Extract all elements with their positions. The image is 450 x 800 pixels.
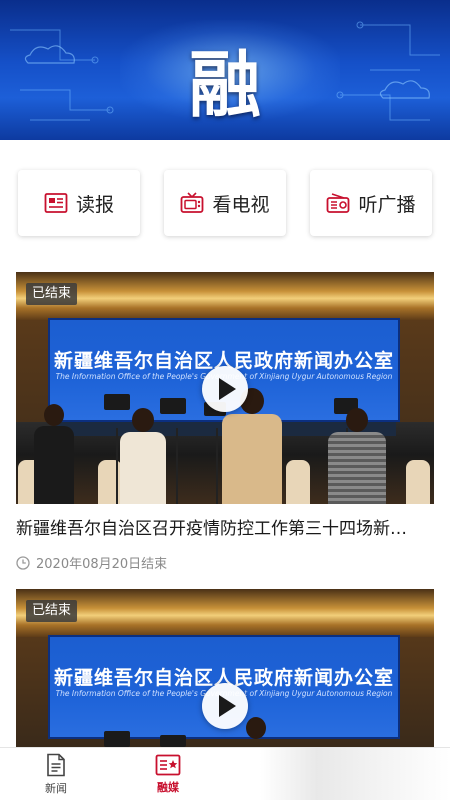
media-screen-icon — [155, 754, 181, 776]
video-thumbnail[interactable]: 新疆维吾尔自治区人民政府新闻办公室 The Information Office… — [16, 589, 434, 747]
radio-icon — [327, 193, 350, 213]
play-button[interactable] — [202, 683, 248, 729]
bottom-tab-bar: 新闻 融媒 — [0, 747, 450, 800]
clock-icon — [16, 555, 30, 570]
tab-bar-overlay — [260, 748, 450, 800]
tab-media[interactable]: 融媒 — [128, 748, 208, 800]
watch-tv-label: 看电视 — [212, 193, 270, 216]
newspaper-icon — [44, 193, 68, 213]
play-icon — [219, 378, 236, 400]
tab-news-label: 新闻 — [45, 782, 67, 795]
read-newspaper-label: 读报 — [75, 193, 114, 216]
media-nav: 读报 看电视 听广播 — [18, 170, 432, 236]
status-badge: 已结束 — [26, 600, 78, 622]
tab-media-label: 融媒 — [157, 781, 179, 794]
video-card[interactable]: 新疆维吾尔自治区人民政府新闻办公室 The Information Office… — [16, 589, 434, 747]
banner-title: 融 媒 — [188, 42, 341, 127]
video-end-time: 2020年08月20日结束 — [36, 557, 168, 572]
read-newspaper-button[interactable]: 读报 — [18, 170, 140, 236]
tab-news[interactable]: 新闻 — [16, 748, 96, 800]
document-icon — [47, 753, 65, 777]
video-card[interactable]: 新疆维吾尔自治区人民政府新闻办公室 The Information Office… — [16, 272, 434, 572]
watch-tv-button[interactable]: 看电视 — [164, 170, 286, 236]
video-meta: 2020年08月20日结束 — [16, 553, 434, 572]
listen-radio-label: 听广播 — [358, 193, 416, 216]
play-icon — [219, 695, 236, 717]
video-thumbnail[interactable]: 新疆维吾尔自治区人民政府新闻办公室 The Information Office… — [16, 272, 434, 504]
video-title[interactable]: 新疆维吾尔自治区召开疫情防控工作第三十四场新闻发布会 — [16, 514, 420, 539]
ceiling-lights — [16, 589, 434, 637]
listen-radio-button[interactable]: 听广播 — [310, 170, 432, 236]
tv-icon — [181, 192, 204, 213]
header-banner: 融 媒 — [0, 0, 450, 140]
play-button[interactable] — [202, 366, 248, 412]
ceiling-lights — [16, 272, 434, 320]
status-badge: 已结束 — [26, 283, 78, 305]
